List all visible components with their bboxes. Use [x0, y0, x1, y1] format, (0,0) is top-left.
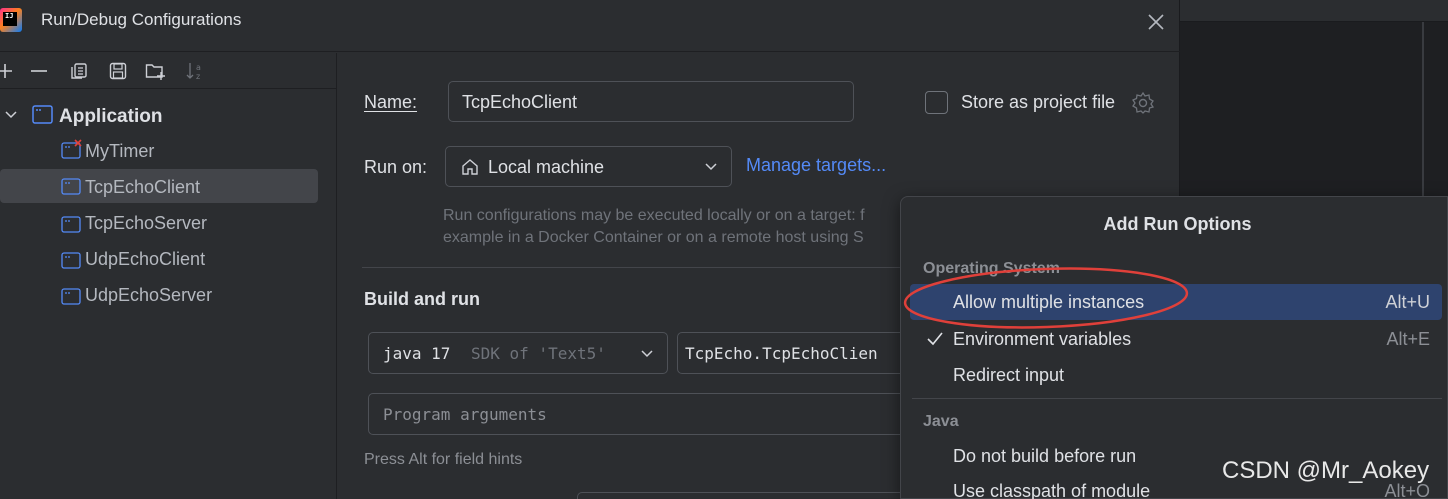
close-icon — [1148, 14, 1164, 30]
remove-icon — [31, 70, 47, 72]
add-button[interactable] — [0, 60, 16, 82]
jdk-select[interactable]: java 17 SDK of 'Text5' — [368, 332, 668, 374]
add-icon — [0, 64, 12, 78]
sort-button[interactable]: a z — [185, 60, 207, 82]
main-class-input[interactable]: TcpEcho.TcpEchoClien — [677, 332, 912, 374]
application-icon — [32, 105, 53, 124]
run-on-label: Run on: — [364, 157, 428, 177]
section-divider — [362, 267, 902, 268]
ide-tab-strip — [1180, 0, 1448, 22]
chevron-down-icon — [5, 111, 17, 119]
tree-item-label: TcpEchoClient — [85, 177, 201, 197]
tree-item-tcpechoserver[interactable]: TcpEchoServer — [0, 207, 318, 241]
sort-icon: a z — [186, 63, 201, 81]
menu-item-label: Do not build before run — [953, 446, 1137, 466]
store-project-label: Store as project file — [961, 92, 1116, 112]
svg-text:z: z — [196, 72, 200, 81]
chevron-down-icon — [705, 163, 717, 171]
run-on-select[interactable]: Local machine — [445, 146, 732, 187]
tree-group-label: Application — [59, 106, 163, 127]
name-input-value: TcpEchoClient — [462, 92, 578, 112]
tree-toolbar — [0, 53, 337, 89]
watermark: CSDN @Mr_Aokey — [1222, 457, 1430, 484]
manage-targets-link[interactable]: Manage targets... — [746, 155, 886, 176]
ide-right-margin — [1422, 22, 1424, 202]
checkmark-icon — [927, 332, 943, 346]
jdk-hint: SDK of 'Text5' — [471, 344, 606, 363]
build-and-run-heading: Build and run — [364, 289, 480, 309]
copy-button[interactable] — [68, 60, 90, 82]
tree-item-udpechoserver[interactable]: UdpEchoServer — [0, 279, 318, 313]
close-button[interactable] — [1142, 8, 1170, 36]
main-class-value: TcpEcho.TcpEchoClien — [685, 344, 878, 363]
menu-item-label: Environment variables — [953, 329, 1132, 349]
tree-item-label: TcpEchoServer — [85, 213, 208, 233]
section-title-java: Java — [923, 413, 959, 430]
program-arguments-placeholder: Program arguments — [383, 405, 547, 424]
chevron-down-icon — [641, 350, 653, 358]
run-on-hint-line2: example in a Docker Container or on a re… — [443, 229, 864, 246]
application-icon — [61, 178, 81, 195]
next-field-partial[interactable] — [577, 492, 907, 499]
name-input[interactable]: TcpEchoClient — [448, 81, 854, 122]
tree-item-label: UdpEchoClient — [85, 249, 206, 269]
application-icon — [61, 252, 81, 269]
run-on-value: Local machine — [488, 157, 605, 177]
menu-item-redirect-input[interactable]: Redirect input — [910, 357, 1442, 393]
copy-icon — [71, 63, 87, 79]
application-icon — [61, 216, 81, 233]
home-icon — [462, 159, 478, 175]
popup-title: Add Run Options — [1103, 214, 1252, 234]
intellij-logo-icon: IJ — [0, 8, 22, 32]
svg-text:a: a — [196, 63, 201, 72]
jdk-value: java 17 — [383, 344, 451, 363]
menu-item-label: Redirect input — [953, 365, 1065, 385]
tree-item-mytimer[interactable]: MyTimer — [0, 135, 318, 169]
menu-item-shortcut: Alt+E — [1386, 329, 1430, 349]
save-button[interactable] — [107, 60, 129, 82]
application-error-icon — [61, 139, 82, 159]
name-label: Name: — [364, 92, 418, 112]
tree-item-tcpechoclient[interactable]: TcpEchoClient — [0, 169, 318, 203]
menu-item-shortcut: Alt+U — [1385, 292, 1430, 312]
tree-item-udpechoclient[interactable]: UdpEchoClient — [0, 243, 318, 277]
menu-item-label: Use classpath of module — [953, 481, 1151, 499]
remove-button[interactable] — [28, 60, 50, 82]
new-folder-icon — [145, 64, 165, 80]
annotation-ellipse — [903, 267, 1189, 329]
save-icon — [109, 62, 127, 80]
run-on-hint-line1: Run configurations may be executed local… — [443, 207, 865, 224]
new-folder-button[interactable] — [145, 60, 167, 82]
field-hint-text: Press Alt for field hints — [364, 451, 523, 468]
application-icon — [61, 288, 81, 305]
tree-item-label: UdpEchoServer — [85, 285, 213, 305]
tree-group-application[interactable]: Application — [0, 99, 318, 133]
store-project-checkbox[interactable] — [925, 91, 948, 114]
gear-icon[interactable] — [1131, 91, 1155, 115]
dialog-title: Run/Debug Configurations — [41, 10, 242, 29]
tree-item-label: MyTimer — [85, 141, 155, 161]
popup-divider — [912, 398, 1442, 399]
program-arguments-input[interactable]: Program arguments — [368, 393, 912, 435]
